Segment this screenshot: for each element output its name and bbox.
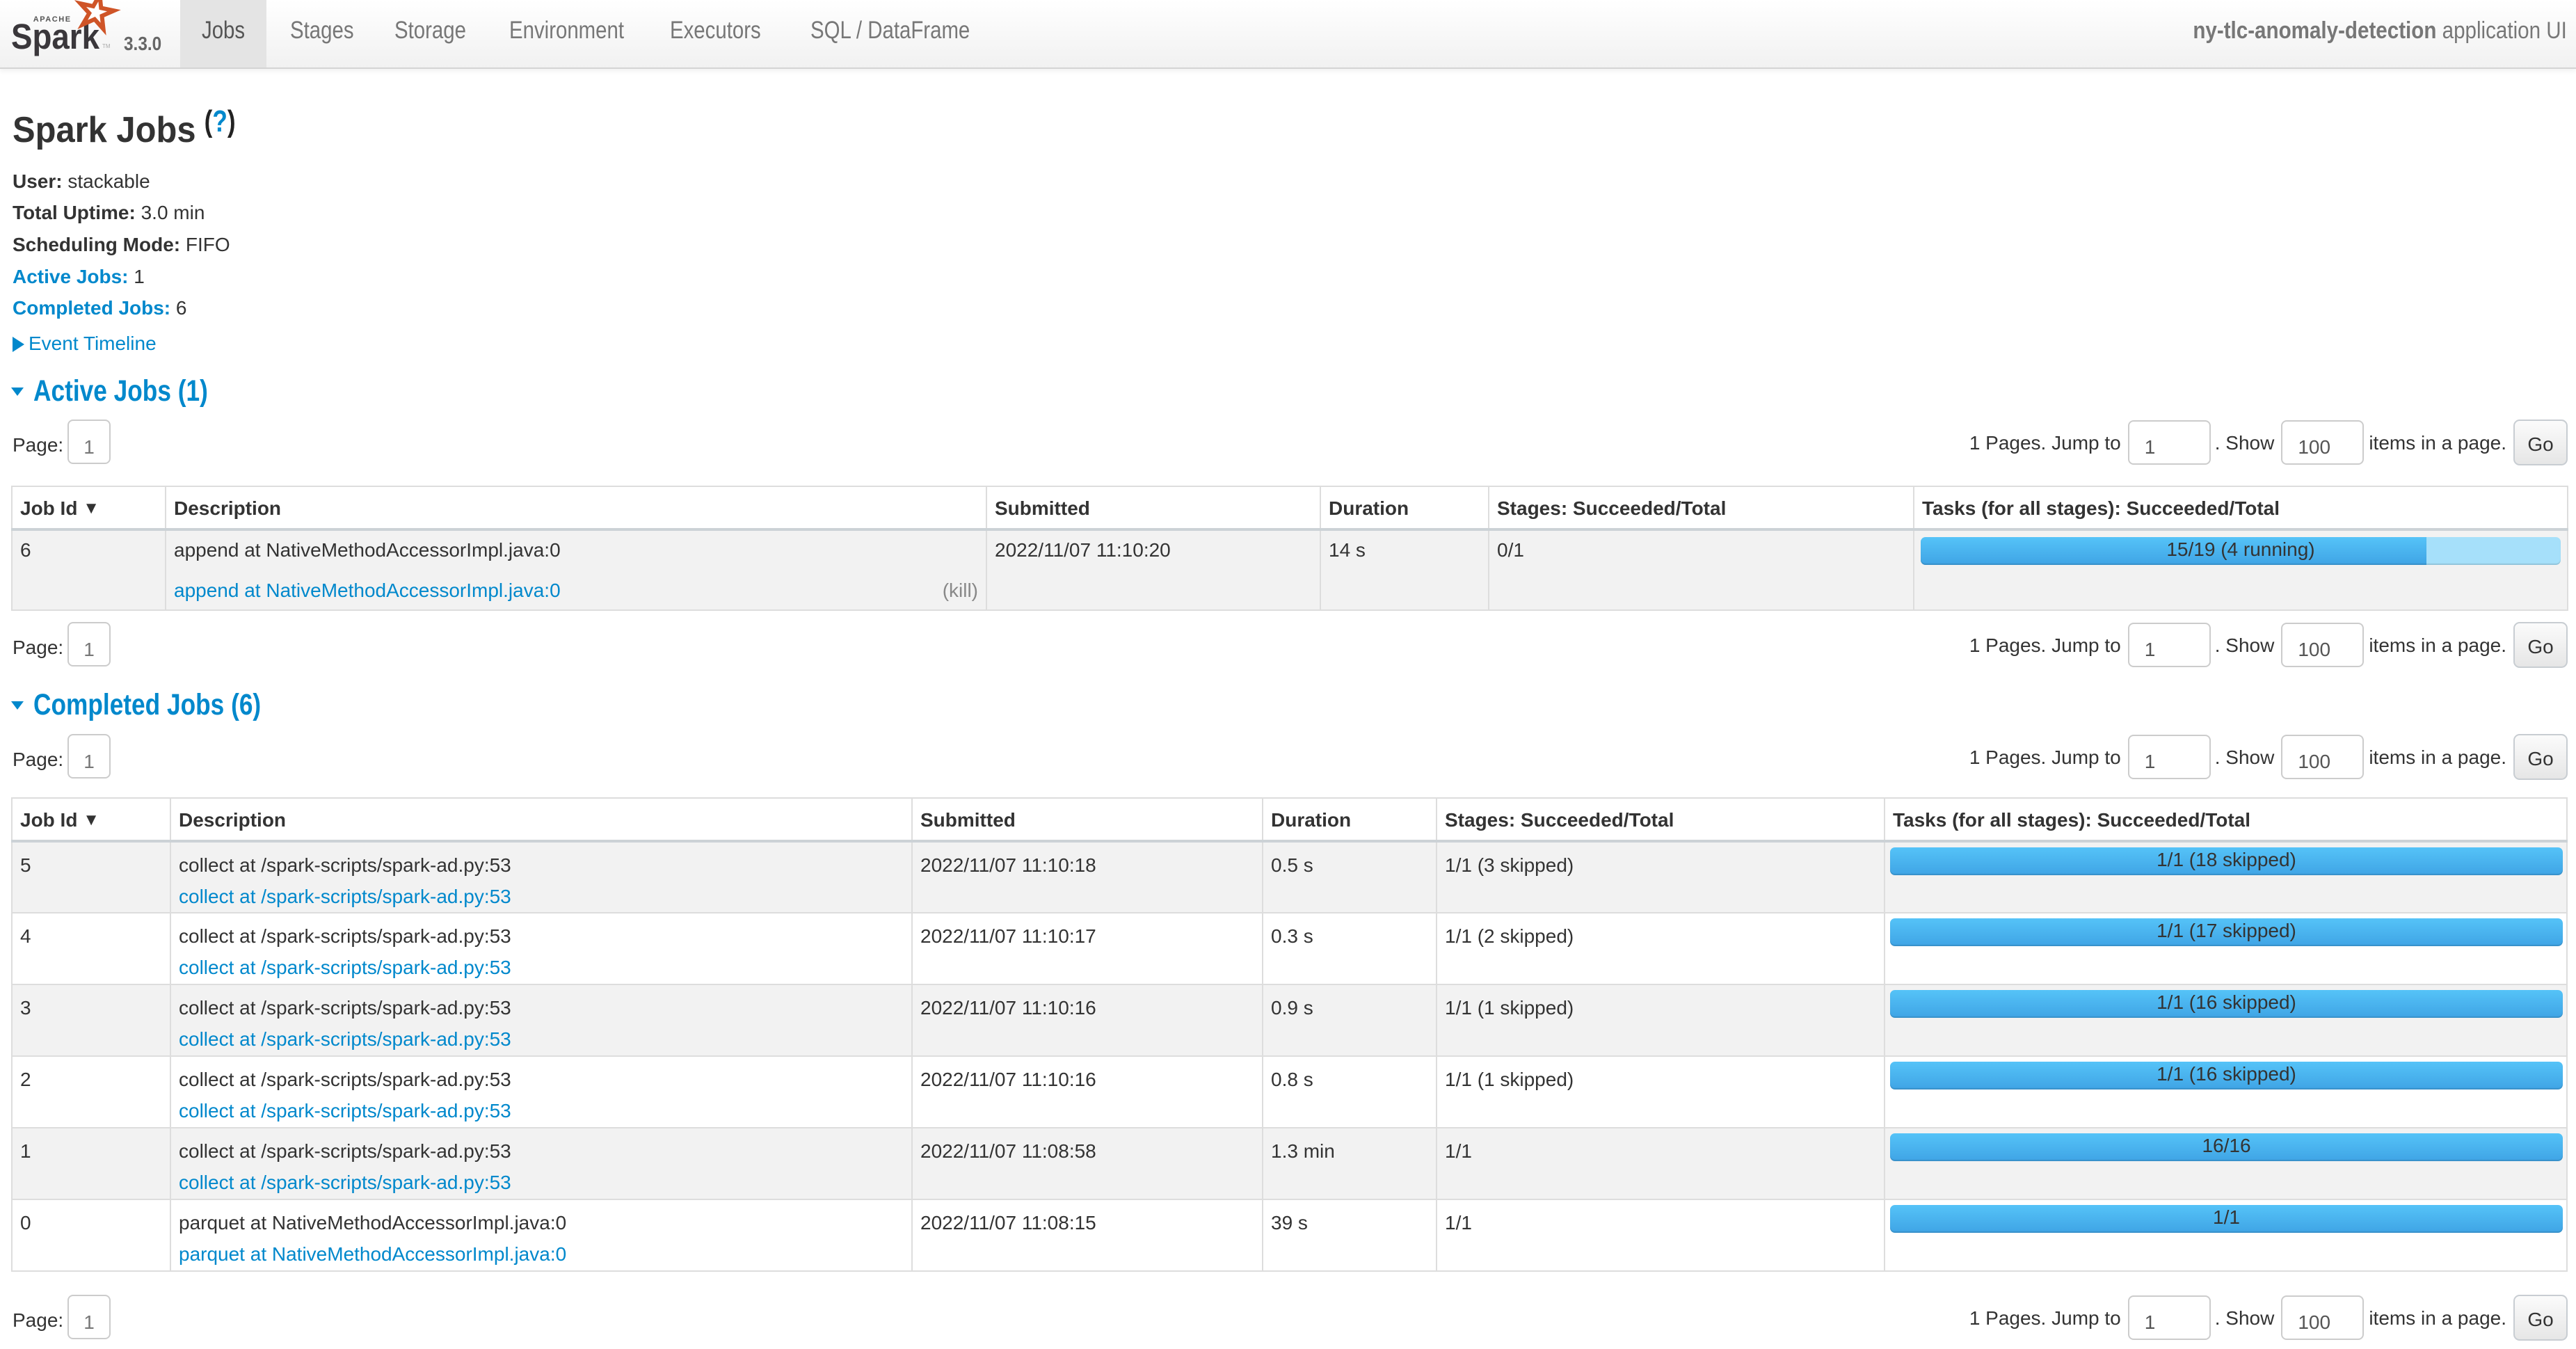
svg-text:TM: TM xyxy=(102,43,111,49)
